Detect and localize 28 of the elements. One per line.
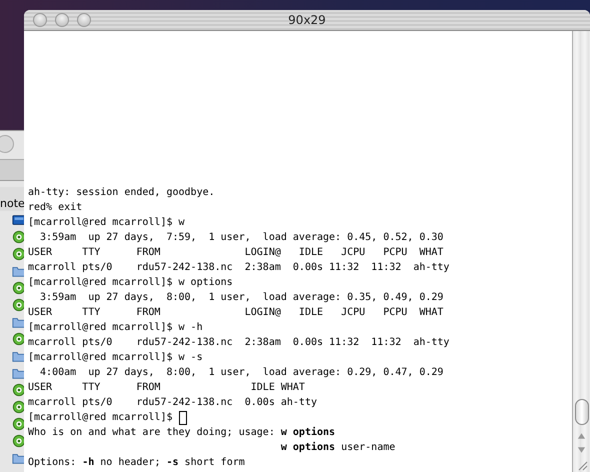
folder-icon[interactable] xyxy=(12,451,26,465)
terminal-line: USER TTY FROM LOGIN@ IDLE JCPU PCPU WHAT xyxy=(28,247,444,258)
folder-icon[interactable] xyxy=(12,264,26,278)
terminal-line: mcarroll pts/0 rdu57-242-138.nc 2:38am 0.00s 11:32 11:32 ah-tty xyxy=(28,337,450,348)
terminal-line: mcarroll pts/0 rdu57-242-138.nc 2:38am 0.00s 11:32 11:32 ah-tty xyxy=(28,262,450,273)
terminal-line: 3:59am up 27 days, 7:59, 1 user, load average: 0.45, 0.52, 0.30 xyxy=(39,232,444,243)
terminal-line: Options: -h no header; -s short form xyxy=(28,457,245,468)
window-title: 90x29 xyxy=(287,13,327,27)
terminal-line: w options user-name xyxy=(280,442,396,453)
terminal-line: USER TTY FROM LOGIN@ IDLE JCPU PCPU WHAT xyxy=(28,307,444,318)
scrollbar[interactable] xyxy=(572,31,590,472)
scroll-down-icon[interactable] xyxy=(577,446,586,454)
terminal-line: [mcarroll@red mcarroll]$ w xyxy=(28,217,185,228)
terminal-line: [mcarroll@red mcarroll]$ w -h xyxy=(28,322,203,333)
terminal-line: [mcarroll@red mcarroll]$ w options xyxy=(28,277,233,288)
scroll-thumb[interactable] xyxy=(574,399,588,425)
terminal-line: 3:59am up 27 days, 8:00, 1 user, load average: 0.35, 0.49, 0.29 xyxy=(39,292,444,303)
terminal-line: mcarroll pts/0 rdu57-242-138.nc 0.00s ah-tty xyxy=(28,397,317,408)
scroll-up-icon[interactable] xyxy=(577,432,586,440)
folder-icon[interactable] xyxy=(12,349,26,363)
folder-icon[interactable] xyxy=(12,315,26,329)
drive-icon[interactable] xyxy=(12,213,26,227)
terminal-line: Who is on and what are they doing; usage: w options xyxy=(28,427,336,438)
terminal-line: [mcarroll@red mcarroll]$ w -s xyxy=(28,352,203,363)
terminal-line: 4:00am up 27 days, 8:00, 1 user, load average: 0.29, 0.47, 0.29 xyxy=(39,367,444,378)
folder-icon[interactable] xyxy=(12,366,26,380)
terminal-line: USER TTY FROM IDLE WHAT xyxy=(28,382,305,393)
terminal-line: [mcarroll@red mcarroll]$ xyxy=(28,412,172,423)
